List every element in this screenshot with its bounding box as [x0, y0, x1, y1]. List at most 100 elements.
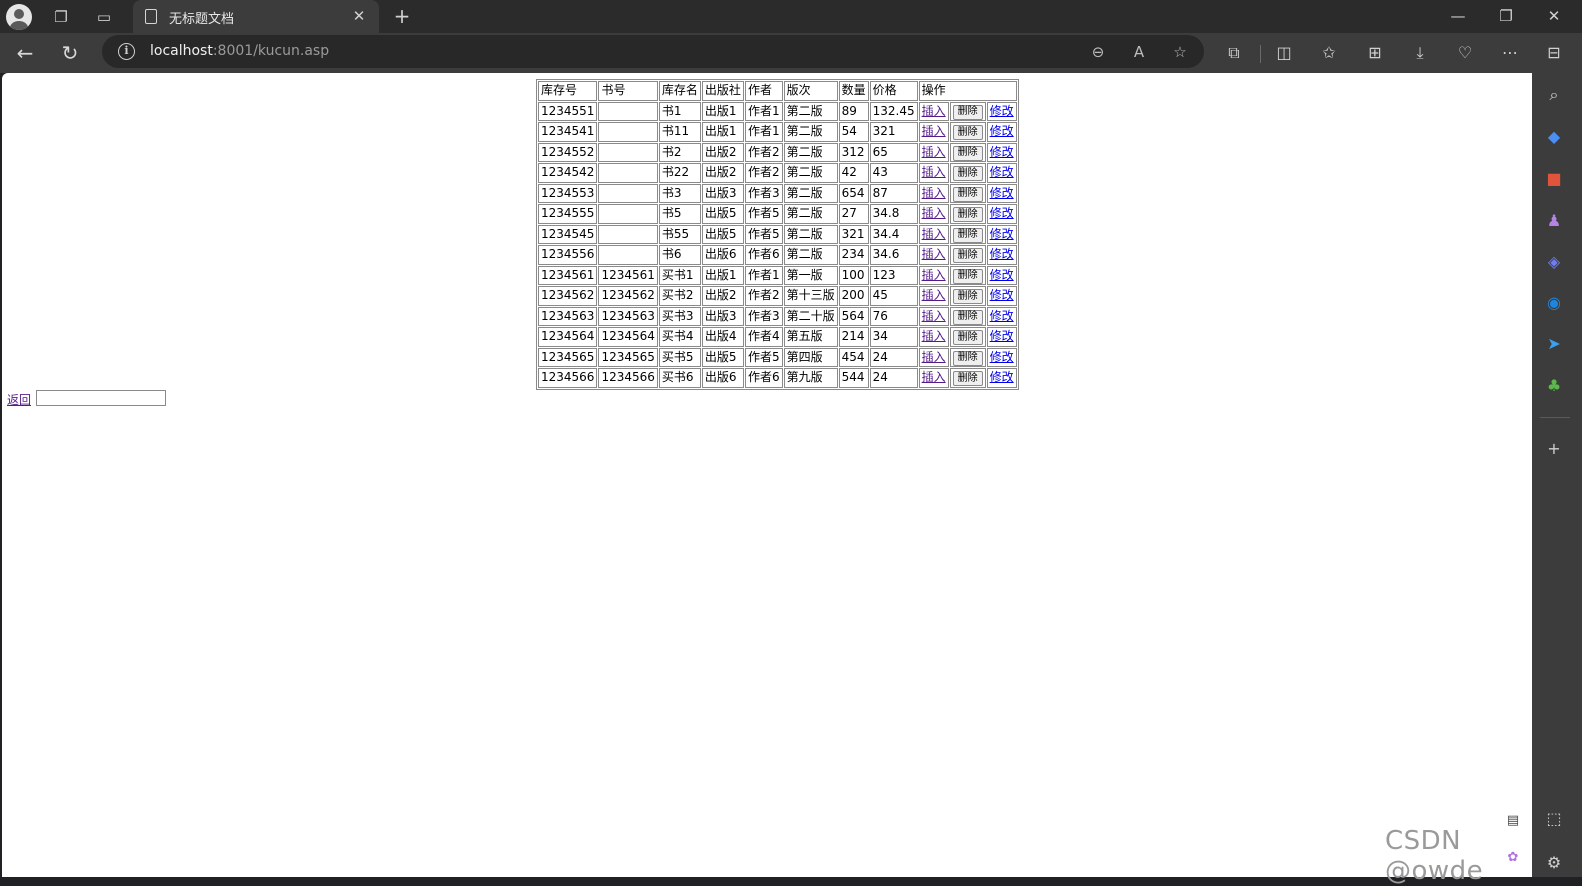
delete-button[interactable]: 删除: [952, 248, 983, 263]
address-bar[interactable]: i localhost:8001/kucun.asp ⊖ A ☆: [102, 35, 1204, 68]
browser-sidebar: ⌕ ◆ ■ ♟ ◈ ◉ ➤ ♣ + ⬚ ⚙: [1532, 73, 1582, 877]
extensions-icon[interactable]: ⧉: [1221, 41, 1247, 65]
delete-button[interactable]: 删除: [952, 186, 983, 202]
insert-link[interactable]: 插入: [922, 370, 946, 384]
info-icon[interactable]: i: [118, 43, 135, 60]
insert-link[interactable]: 插入: [922, 288, 946, 302]
cell-edition: 第二版: [783, 224, 838, 244]
edit-link[interactable]: 修改: [990, 186, 1014, 200]
cell-publisher: 出版3: [701, 306, 744, 326]
delete-button[interactable]: 删除: [952, 125, 983, 140]
delete-button[interactable]: 删除: [952, 350, 983, 366]
delete-button[interactable]: 删除: [952, 309, 983, 325]
edit-link[interactable]: 修改: [990, 370, 1014, 384]
more-icon[interactable]: ⋯: [1497, 41, 1523, 65]
insert-link[interactable]: 插入: [922, 145, 946, 159]
table-row: 1234556 书6 出版6 作者6 第二版 234 34.6 插入 删除 修改: [538, 245, 1017, 265]
cell-stock-no: 1234562: [538, 286, 598, 306]
header-price: 价格: [869, 81, 918, 101]
delete-button[interactable]: 删除: [952, 207, 983, 222]
edit-link[interactable]: 修改: [990, 227, 1014, 241]
insert-link[interactable]: 插入: [922, 247, 946, 261]
cell-edition: 第十三版: [783, 286, 838, 306]
edit-link[interactable]: 修改: [990, 247, 1014, 261]
outlook-icon[interactable]: ◉: [1542, 291, 1566, 315]
send-icon[interactable]: ➤: [1542, 332, 1566, 356]
edit-link[interactable]: 修改: [990, 350, 1014, 364]
edit-link[interactable]: 修改: [990, 206, 1014, 220]
cell-book-no: 1234564: [598, 327, 658, 347]
insert-link[interactable]: 插入: [922, 104, 946, 118]
screenshot-icon[interactable]: ⬚: [1542, 807, 1566, 831]
favorite-star-icon[interactable]: ☆: [1168, 40, 1192, 64]
back-link[interactable]: 返回: [7, 391, 31, 408]
delete-button[interactable]: 删除: [952, 289, 983, 304]
table-row: 1234551 书1 出版1 作者1 第二版 89 132.45 插入 删除 修改: [538, 101, 1017, 121]
games-icon[interactable]: ♟: [1542, 209, 1566, 233]
shopping-tag-icon[interactable]: ◆: [1542, 125, 1566, 149]
cell-stock-no: 1234555: [538, 204, 598, 224]
insert-link[interactable]: 插入: [922, 124, 946, 138]
edit-link[interactable]: 修改: [990, 165, 1014, 179]
profile-avatar-icon[interactable]: [6, 4, 32, 30]
edit-link[interactable]: 修改: [990, 329, 1014, 343]
close-tab-icon[interactable]: ✕: [349, 6, 369, 26]
workspaces-icon[interactable]: ❐: [47, 5, 75, 29]
insert-link[interactable]: 插入: [922, 227, 946, 241]
cell-publisher: 出版2: [701, 142, 744, 162]
insert-link[interactable]: 插入: [922, 329, 946, 343]
insert-link[interactable]: 插入: [922, 186, 946, 200]
sidebar-toggle-icon[interactable]: ⊟: [1541, 41, 1567, 65]
cell-delete: 删除: [949, 101, 986, 121]
tree-icon[interactable]: ♣: [1542, 374, 1566, 398]
close-window-button[interactable]: ✕: [1540, 4, 1568, 28]
back-text-input[interactable]: [36, 390, 166, 406]
split-screen-icon[interactable]: ◫: [1271, 41, 1297, 65]
cell-stock-no: 1234542: [538, 163, 598, 183]
collections-icon[interactable]: ⊞: [1362, 41, 1388, 65]
delete-button[interactable]: 删除: [952, 227, 983, 243]
delete-button[interactable]: 删除: [952, 330, 983, 345]
cell-delete: 删除: [949, 224, 986, 244]
insert-link[interactable]: 插入: [922, 268, 946, 282]
new-tab-button[interactable]: +: [390, 4, 414, 28]
insert-link[interactable]: 插入: [922, 165, 946, 179]
edit-link[interactable]: 修改: [990, 309, 1014, 323]
settings-gear-icon[interactable]: ⚙: [1542, 851, 1566, 875]
read-aloud-icon[interactable]: A: [1127, 40, 1151, 64]
edit-link[interactable]: 修改: [990, 288, 1014, 302]
edit-link[interactable]: 修改: [990, 268, 1014, 282]
cell-book-no: [598, 163, 658, 183]
zoom-icon[interactable]: ⊖: [1086, 40, 1110, 64]
tab-title: 无标题文档: [169, 12, 235, 27]
cell-delete: 删除: [949, 327, 986, 347]
header-edition: 版次: [783, 81, 838, 101]
delete-button[interactable]: 删除: [952, 166, 983, 181]
cell-book-no: 1234566: [598, 368, 658, 388]
favorites-icon[interactable]: ✩: [1316, 41, 1342, 65]
browser-tab[interactable]: 无标题文档 ✕: [133, 0, 379, 33]
add-icon[interactable]: +: [1542, 437, 1566, 461]
back-arrow-icon[interactable]: ←: [12, 40, 38, 66]
delete-button[interactable]: 删除: [952, 268, 983, 284]
cell-price: 43: [869, 163, 918, 183]
url-text[interactable]: localhost:8001/kucun.asp: [150, 43, 329, 59]
tools-icon[interactable]: ■: [1542, 167, 1566, 191]
edit-link[interactable]: 修改: [990, 145, 1014, 159]
insert-link[interactable]: 插入: [922, 206, 946, 220]
insert-link[interactable]: 插入: [922, 309, 946, 323]
delete-button[interactable]: 删除: [952, 104, 983, 120]
search-icon[interactable]: ⌕: [1542, 83, 1566, 107]
delete-button[interactable]: 删除: [952, 145, 983, 161]
insert-link[interactable]: 插入: [922, 350, 946, 364]
browser-essentials-icon[interactable]: ♡: [1452, 41, 1478, 65]
edit-link[interactable]: 修改: [990, 124, 1014, 138]
minimize-button[interactable]: —: [1444, 4, 1472, 28]
delete-button[interactable]: 删除: [952, 371, 983, 386]
copilot-icon[interactable]: ◈: [1542, 250, 1566, 274]
refresh-icon[interactable]: ↻: [57, 40, 83, 66]
edit-link[interactable]: 修改: [990, 104, 1014, 118]
restore-button[interactable]: ❐: [1492, 4, 1520, 28]
tab-actions-icon[interactable]: ▭: [90, 5, 118, 29]
downloads-icon[interactable]: ⤓: [1407, 41, 1433, 65]
